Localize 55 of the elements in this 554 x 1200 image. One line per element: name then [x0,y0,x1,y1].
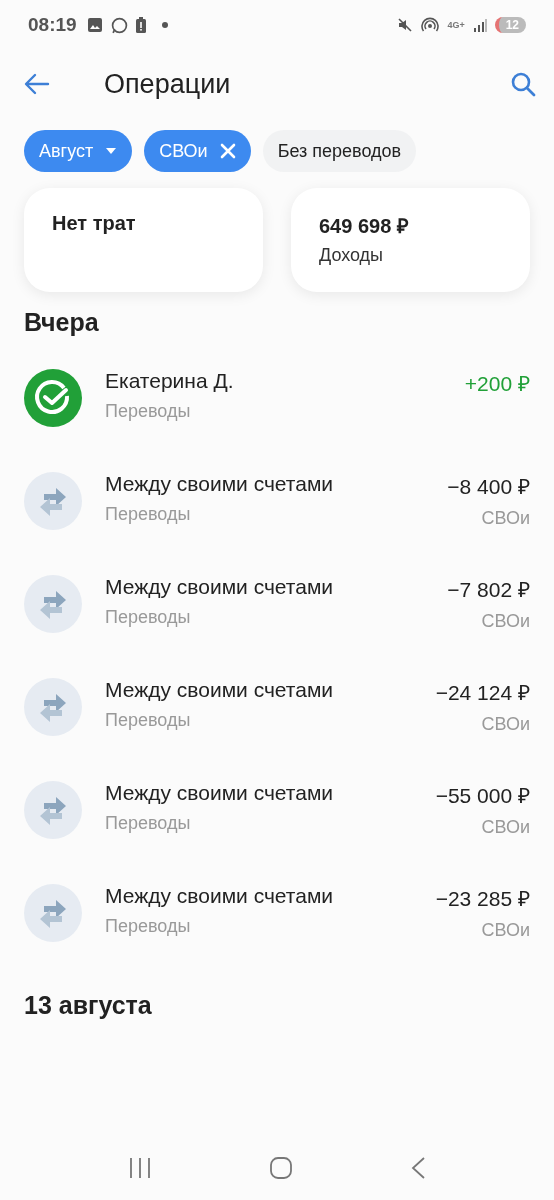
operation-amount: −24 124 ₽ [435,680,530,706]
operation-name: Екатерина Д. [105,369,235,393]
operation-category: Переводы [105,813,192,834]
date-heading: Вчера [23,307,100,338]
transfer-arrows-icon [24,781,82,839]
operation-category: Переводы [105,607,192,628]
account-name: СВОи [481,611,530,632]
operation-category: Переводы [105,916,192,937]
operation-category: Переводы [105,710,192,731]
operation-name: Между своими счетами [105,884,335,908]
operation-amount: −7 802 ₽ [447,577,530,603]
account-name: СВОи [481,714,530,735]
account-name: СВОи [481,817,530,838]
back-button[interactable] [24,73,50,95]
network-type: 4G+ [447,20,465,30]
summary-caption: Доходы [319,245,385,266]
battery-alert-icon [135,17,146,33]
operation-amount: −8 400 ₽ [447,474,530,500]
transfer-arrows-icon [24,575,82,633]
summary-value: 649 698 ₽ [319,214,410,239]
operation-name: Между своими счетами [105,678,335,702]
operation-category: Переводы [105,504,192,525]
dropdown-triangle-icon [105,147,118,155]
status-time: 08:19 [28,14,77,36]
operation-amount: −23 285 ₽ [435,886,530,912]
account-name: СВОи [481,508,530,529]
recent-apps-icon[interactable] [128,1157,153,1179]
summary-card[interactable]: 649 698 ₽ Доходы [291,188,530,292]
account-name: СВОи [481,920,530,941]
operation-amount: +200 ₽ [464,371,530,397]
operation-name: Между своими счетами [105,472,335,496]
close-icon [219,143,236,159]
check-circle-icon [24,369,82,427]
back-icon[interactable] [409,1156,426,1180]
summary-value: Нет трат [52,212,137,235]
operation-amount: −55 000 ₽ [435,783,530,809]
summary-card[interactable]: Нет трат [24,188,263,292]
operation-name: Между своими счетами [105,781,335,805]
operation-category: Переводы [105,401,192,422]
signal-icon [472,18,487,32]
filter-chip[interactable]: Без переводов [262,130,417,172]
transfer-arrows-icon [24,884,82,942]
dot-icon [161,22,168,28]
page-title: Операции [104,68,232,100]
hotspot-icon [421,17,440,33]
home-icon[interactable] [269,1156,293,1180]
battery-level: 12 [494,17,526,33]
operation-name: Между своими счетами [105,575,335,599]
transfer-arrows-icon [24,678,82,736]
date-heading: 13 августа [23,990,153,1021]
mute-icon [397,17,414,33]
image-icon [86,17,103,33]
chat-icon [110,16,128,34]
search-button[interactable] [510,71,536,97]
transfer-arrows-icon [24,472,82,530]
